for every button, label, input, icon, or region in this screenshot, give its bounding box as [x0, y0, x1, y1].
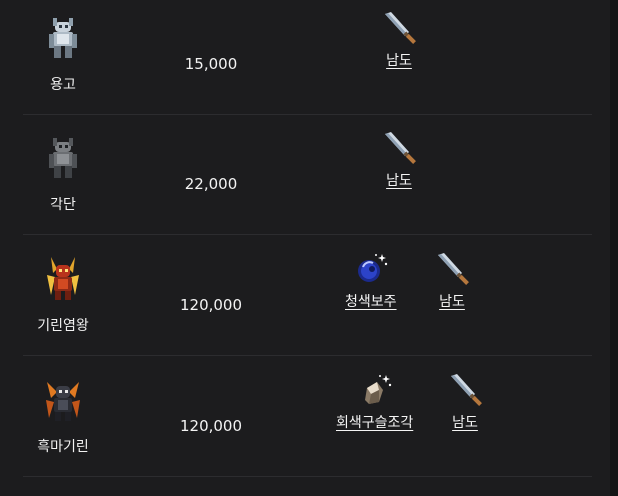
- sword-icon: [385, 132, 416, 164]
- table-row: 흑마기린 120,000 회색구슬조각 남도: [23, 356, 592, 477]
- price-value: 120,000: [179, 296, 243, 314]
- table-row: 기린염왕 120,000 청색보주 남도: [23, 235, 592, 356]
- monster-sprite-icon: [49, 138, 77, 178]
- drop-item-name[interactable]: 남도: [379, 50, 419, 70]
- table-row: 각단 22,000 남도: [23, 114, 592, 235]
- price-value: 22,000: [184, 175, 238, 193]
- price-value: 15,000: [184, 55, 238, 73]
- blue-orb-icon: [357, 254, 387, 282]
- drop-item[interactable]: 남도: [379, 8, 419, 70]
- monster-name: 용고: [50, 77, 76, 93]
- sword-icon: [438, 253, 469, 285]
- drop-item-name[interactable]: 남도: [432, 291, 472, 311]
- monster-cell: 기린염왕: [23, 235, 103, 355]
- drop-item[interactable]: 회색구슬조각: [336, 370, 413, 432]
- sword-icon: [451, 374, 482, 406]
- drop-item[interactable]: 청색보주: [345, 249, 397, 311]
- grey-shard-icon: [364, 375, 391, 404]
- table-row: 용고 15,000 남도: [23, 0, 592, 115]
- scrollbar-track[interactable]: [610, 0, 618, 496]
- drop-item-name[interactable]: 회색구슬조각: [336, 412, 413, 432]
- drop-item[interactable]: 남도: [445, 370, 485, 432]
- monster-name: 기린염왕: [37, 318, 89, 334]
- monster-cell: 용고: [23, 0, 103, 114]
- drop-item-name[interactable]: 청색보주: [345, 291, 397, 311]
- monster-sprite-icon: [46, 382, 80, 421]
- monster-name: 각단: [50, 197, 76, 213]
- drop-item-name[interactable]: 남도: [445, 412, 485, 432]
- drop-item[interactable]: 남도: [432, 249, 472, 311]
- price-value: 120,000: [179, 417, 243, 435]
- sword-icon: [385, 12, 416, 44]
- monster-name: 흑마기린: [37, 439, 89, 455]
- monster-sprite-icon: [49, 18, 77, 58]
- monster-cell: 흑마기린: [23, 356, 103, 476]
- drop-item-name[interactable]: 남도: [379, 170, 419, 190]
- monster-cell: 각단: [23, 114, 103, 234]
- monster-sprite-icon: [47, 257, 79, 300]
- drop-item[interactable]: 남도: [379, 128, 419, 190]
- monster-drop-table: 용고 15,000 남도 각단 22,000 남도 기린염왕 120,000 청…: [0, 0, 610, 496]
